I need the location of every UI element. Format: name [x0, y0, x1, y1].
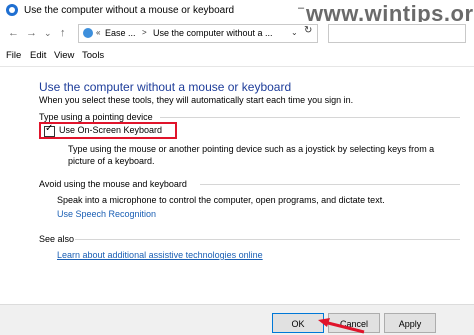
breadcrumb-ease-of-access[interactable]: Ease ...	[105, 28, 136, 38]
highlight-box: ✓ Use On-Screen Keyboard	[39, 122, 177, 139]
breadcrumb-current-page[interactable]: Use the computer without a ...	[153, 28, 273, 38]
page-subtitle: When you select these tools, they will a…	[39, 95, 354, 105]
section-title-pointing-device: Type using a pointing device	[39, 112, 153, 122]
on-screen-keyboard-description: Type using the mouse or another pointing…	[68, 144, 435, 166]
assistive-technologies-link[interactable]: Learn about additional assistive technol…	[57, 250, 263, 260]
button-bar: OK Cancel Apply	[0, 304, 474, 335]
menu-tools[interactable]: Tools	[82, 50, 104, 61]
control-panel-icon	[83, 28, 93, 38]
title-bar: Use the computer without a mouse or keyb…	[0, 0, 474, 26]
back-arrow-icon[interactable]: ←	[8, 27, 19, 39]
apply-button[interactable]: Apply	[384, 313, 436, 333]
up-arrow-icon[interactable]: ↑	[60, 27, 66, 39]
control-panel-icon	[6, 4, 18, 16]
content-divider	[0, 66, 474, 67]
navigation-bar: ← → ⌄ ↑ « Ease ... > Use the computer wi…	[0, 22, 474, 46]
on-screen-keyboard-label[interactable]: Use On-Screen Keyboard	[59, 125, 162, 135]
address-bar[interactable]: « Ease ... > Use the computer without a …	[78, 24, 318, 43]
speech-description: Speak into a microphone to control the c…	[57, 195, 385, 205]
page-title: Use the computer without a mouse or keyb…	[39, 80, 292, 94]
red-arrow-icon	[318, 318, 365, 334]
refresh-icon[interactable]: ↻	[304, 25, 312, 36]
speech-recognition-link[interactable]: Use Speech Recognition	[57, 209, 156, 219]
section-title-see-also: See also	[39, 234, 75, 244]
checkmark-icon: ✓	[45, 123, 54, 134]
search-input[interactable]	[328, 24, 466, 43]
menu-edit[interactable]: Edit	[30, 50, 46, 61]
section-title-avoid-mouse-keyboard: Avoid using the mouse and keyboard	[39, 179, 187, 189]
address-dropdown-icon[interactable]: ⌄	[291, 28, 298, 37]
forward-arrow-icon[interactable]: →	[26, 27, 37, 39]
menu-bar: File Edit View Tools	[0, 46, 474, 66]
section-divider	[200, 184, 460, 185]
breadcrumb-separator-icon: >	[142, 28, 147, 37]
menu-view[interactable]: View	[54, 50, 74, 61]
recent-locations-chevron-icon[interactable]: ⌄	[44, 28, 52, 39]
section-divider	[160, 117, 460, 118]
window-title: Use the computer without a mouse or keyb…	[24, 5, 235, 16]
section-divider	[75, 239, 460, 240]
address-prefix: «	[96, 28, 101, 37]
menu-file[interactable]: File	[6, 50, 21, 61]
on-screen-keyboard-checkbox[interactable]: ✓	[44, 123, 55, 137]
